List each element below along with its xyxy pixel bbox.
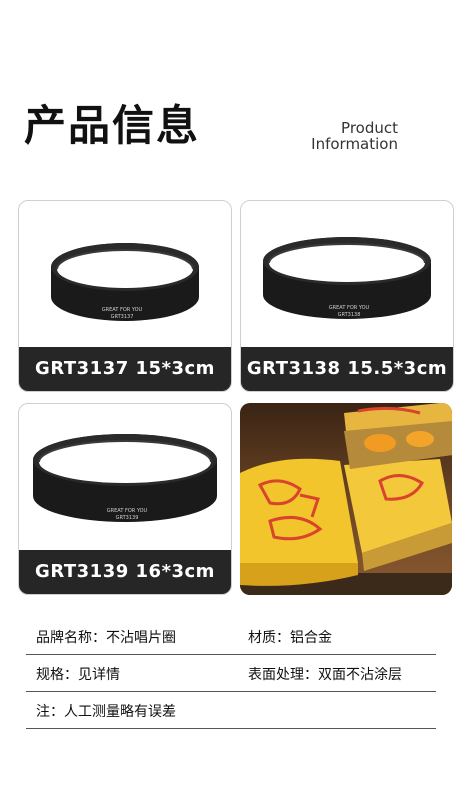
spec-material: 材质：铝合金 xyxy=(248,630,332,646)
ring-engraving-model: GRT3137 xyxy=(111,314,134,320)
ring-mold-image: GREAT FOR YOU GRT3139 xyxy=(33,434,217,522)
ring-engraving-brand: GREAT FOR YOU xyxy=(102,307,143,313)
spec-row: 规格：见详情 表面处理：双面不沾涂层 xyxy=(26,654,436,692)
spec-row: 注：人工测量略有误差 xyxy=(26,691,436,729)
product-label: GRT3138 15.5*3cm xyxy=(241,347,453,391)
ring-engraving-brand: GREAT FOR YOU xyxy=(107,508,148,514)
spec-row: 品牌名称：不沾唱片圈 材质：铝合金 xyxy=(26,617,436,655)
subtitle-line-1: Product xyxy=(341,119,398,137)
spec-note: 注：人工测量略有误差 xyxy=(36,704,176,720)
subtitle-line-2: Information xyxy=(311,135,398,153)
ring-mold-image: GREAT FOR YOU GRT3138 xyxy=(263,237,431,319)
product-card-grt3138: GREAT FOR YOU GRT3138 GRT3138 15.5*3cm xyxy=(240,200,454,392)
spec-size: 规格：见详情 xyxy=(36,667,120,683)
page-title: 产品信息 xyxy=(24,101,201,150)
cake-photo xyxy=(240,403,452,595)
product-label: GRT3137 15*3cm xyxy=(19,347,231,391)
spec-surface: 表面处理：双面不沾涂层 xyxy=(248,667,402,683)
ring-mold-image: GREAT FOR YOU GRT3137 xyxy=(51,243,199,321)
spec-brand: 品牌名称：不沾唱片圈 xyxy=(36,630,176,646)
ring-engraving-model: GRT3139 xyxy=(116,515,139,521)
ring-engraving-model: GRT3138 xyxy=(338,312,361,318)
product-label: GRT3139 16*3cm xyxy=(19,550,231,594)
ring-engraving-brand: GREAT FOR YOU xyxy=(329,305,370,311)
page-subtitle: Product Information xyxy=(311,120,398,152)
product-card-grt3137: GREAT FOR YOU GRT3137 GRT3137 15*3cm xyxy=(18,200,232,392)
product-card-grt3139: GREAT FOR YOU GRT3139 GRT3139 16*3cm xyxy=(18,403,232,595)
